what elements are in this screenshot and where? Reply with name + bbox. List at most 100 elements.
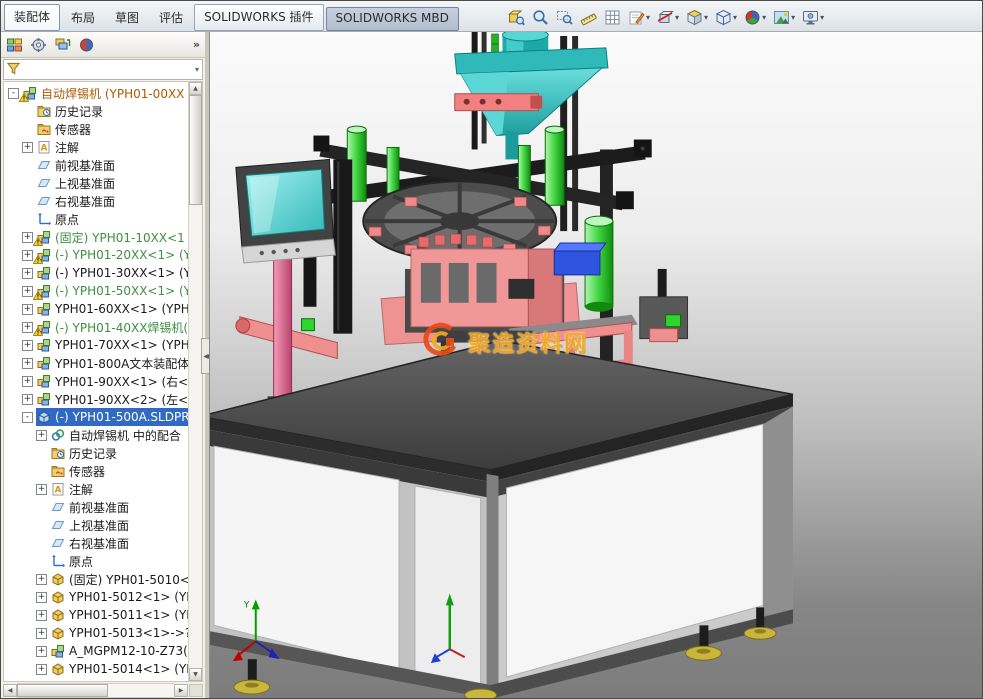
scroll-left-icon[interactable]: ◀: [3, 684, 17, 697]
tree-item[interactable]: 历史记录: [4, 444, 188, 462]
sensor-icon: [51, 464, 66, 478]
expand-icon[interactable]: +: [22, 304, 33, 315]
tree-filter-input[interactable]: [23, 61, 192, 78]
featuremanager-tab[interactable]: [6, 37, 23, 53]
tree-item[interactable]: +YPH01-60XX<1> (YPH01-: [4, 300, 188, 318]
tree-item[interactable]: 传感器: [4, 120, 188, 138]
tree-item[interactable]: +(-) YPH01-40XX焊锡机(: [4, 318, 188, 336]
tree-item[interactable]: 前视基准面: [4, 498, 188, 516]
expand-icon[interactable]: +: [36, 646, 47, 657]
scroll-right-icon[interactable]: ▶: [174, 684, 188, 697]
top-toolbar: 装配体布局草图评估SOLIDWORKS 插件SOLIDWORKS MBD ▾▾▾…: [1, 1, 982, 32]
expand-icon[interactable]: +: [36, 574, 47, 585]
expand-icon[interactable]: +: [36, 610, 47, 621]
tab-assembly[interactable]: 装配体: [4, 4, 60, 31]
tree-item[interactable]: +A注解: [4, 480, 188, 498]
horizontal-scroll-thumb[interactable]: [17, 684, 108, 697]
measure-icon[interactable]: [578, 4, 599, 31]
expand-icon[interactable]: +: [22, 394, 33, 405]
configurationmanager-tab[interactable]: [54, 37, 71, 53]
display-style-icon[interactable]: ▾: [713, 4, 739, 31]
tree-item[interactable]: +YPH01-5014<1> (YPH: [4, 660, 188, 678]
asm-icon: [37, 356, 52, 370]
expand-icon[interactable]: +: [36, 592, 47, 603]
expand-icon[interactable]: +: [22, 376, 33, 387]
expand-icon[interactable]: +: [22, 250, 33, 261]
tab-evaluate[interactable]: 评估: [150, 6, 192, 31]
expand-icon[interactable]: +: [36, 430, 47, 441]
expand-icon[interactable]: +: [36, 664, 47, 675]
markup-icon[interactable]: ▾: [626, 4, 652, 31]
displaymanager-tab[interactable]: [78, 37, 95, 53]
tree-item-label: 上视基准面: [55, 175, 115, 192]
tab-solidworks-mbd[interactable]: SOLIDWORKS MBD: [326, 7, 459, 31]
collapse-icon[interactable]: -: [8, 88, 19, 99]
tree-item[interactable]: 原点: [4, 552, 188, 570]
apply-scene-icon[interactable]: ▾: [771, 4, 797, 31]
tree-item[interactable]: +(固定) YPH01-5010<1>: [4, 570, 188, 588]
expand-icon[interactable]: +: [22, 268, 33, 279]
mass-properties-icon[interactable]: [602, 4, 623, 31]
filter-caret-icon[interactable]: ▾: [195, 65, 199, 74]
tree-item[interactable]: 前视基准面: [4, 156, 188, 174]
section-view-icon[interactable]: ▾: [655, 4, 681, 31]
tree-item[interactable]: +YPH01-90XX<2> (左<<左: [4, 390, 188, 408]
tree-item[interactable]: +(固定) YPH01-10XX<1: [4, 228, 188, 246]
expand-icon[interactable]: +: [36, 628, 47, 639]
tree-item[interactable]: -(-) YPH01-500A.SLDPRT<: [4, 408, 188, 426]
expand-icon[interactable]: +: [22, 358, 33, 369]
zoom-to-fit-icon[interactable]: [530, 4, 551, 31]
tree-vertical-scrollbar[interactable]: ▲ ▼: [188, 82, 202, 681]
horizontal-scroll-track[interactable]: [17, 683, 174, 698]
tree-item[interactable]: 传感器: [4, 462, 188, 480]
expand-icon[interactable]: +: [22, 142, 33, 153]
panel-expand-chevron[interactable]: »: [193, 38, 200, 51]
tree-item[interactable]: +(-) YPH01-20XX<1> (Y: [4, 246, 188, 264]
edit-appearance-icon[interactable]: ▾: [742, 4, 768, 31]
tab-layout[interactable]: 布局: [62, 6, 104, 31]
tree-item[interactable]: +YPH01-5013<1>->? (Y: [4, 624, 188, 642]
expand-icon[interactable]: +: [22, 232, 33, 243]
tree-item[interactable]: +(-) YPH01-50XX<1> (Y: [4, 282, 188, 300]
tab-solidworks-addins[interactable]: SOLIDWORKS 插件: [194, 4, 323, 31]
propertymanager-tab[interactable]: [30, 37, 47, 53]
tree-item[interactable]: +YPH01-5011<1> (YPH: [4, 606, 188, 624]
svg-text:A: A: [55, 486, 62, 496]
tree-item[interactable]: 上视基准面: [4, 516, 188, 534]
scroll-up-icon[interactable]: ▲: [189, 82, 202, 95]
vertical-scroll-track[interactable]: [189, 95, 202, 668]
tree-item[interactable]: +A_MGPM12-10-Z73(0: [4, 642, 188, 660]
tree-item[interactable]: 原点: [4, 210, 188, 228]
origin-icon: [37, 212, 52, 226]
tab-sketch[interactable]: 草图: [106, 6, 148, 31]
tree-item[interactable]: +(-) YPH01-30XX<1> (YPH: [4, 264, 188, 282]
scroll-down-icon[interactable]: ▼: [189, 668, 202, 681]
tree-item[interactable]: +YPH01-5012<1> (YPH: [4, 588, 188, 606]
expand-icon[interactable]: +: [22, 286, 33, 297]
tree-item[interactable]: +YPH01-70XX<1> (YPH01-: [4, 336, 188, 354]
expand-icon[interactable]: +: [36, 484, 47, 495]
tree-horizontal-scrollbar[interactable]: ◀ ▶: [3, 683, 203, 697]
tree-item[interactable]: +YPH01-90XX<1> (右<<右: [4, 372, 188, 390]
tree-item[interactable]: +自动焊锡机 中的配合: [4, 426, 188, 444]
tree-item[interactable]: 上视基准面: [4, 174, 188, 192]
tree-item[interactable]: 历史记录: [4, 102, 188, 120]
tree-filter-bar[interactable]: ▾: [3, 59, 203, 80]
view-orientation-icon[interactable]: ▾: [684, 4, 710, 31]
tree-item[interactable]: +A注解: [4, 138, 188, 156]
tree-item[interactable]: 右视基准面: [4, 534, 188, 552]
tree-item[interactable]: 右视基准面: [4, 192, 188, 210]
view-settings-icon[interactable]: ▾: [800, 4, 826, 31]
solidworks-window: 装配体布局草图评估SOLIDWORKS 插件SOLIDWORKS MBD ▾▾▾…: [0, 0, 983, 699]
vertical-scroll-thumb[interactable]: [189, 95, 202, 205]
expand-icon[interactable]: +: [22, 340, 33, 351]
selected-part-highlight[interactable]: [554, 243, 606, 275]
top-bracket: [455, 94, 543, 111]
graphics-viewport[interactable]: Y 聚造资料网: [209, 32, 982, 698]
tree-item[interactable]: +YPH01-800A文本装配体<1: [4, 354, 188, 372]
collapse-icon[interactable]: -: [22, 412, 33, 423]
component-preview-icon[interactable]: [506, 4, 527, 31]
expand-icon[interactable]: +: [22, 322, 33, 333]
tree-item[interactable]: -自动焊锡机 (YPH01-00XX: [4, 84, 188, 102]
zoom-area-icon[interactable]: [554, 4, 575, 31]
